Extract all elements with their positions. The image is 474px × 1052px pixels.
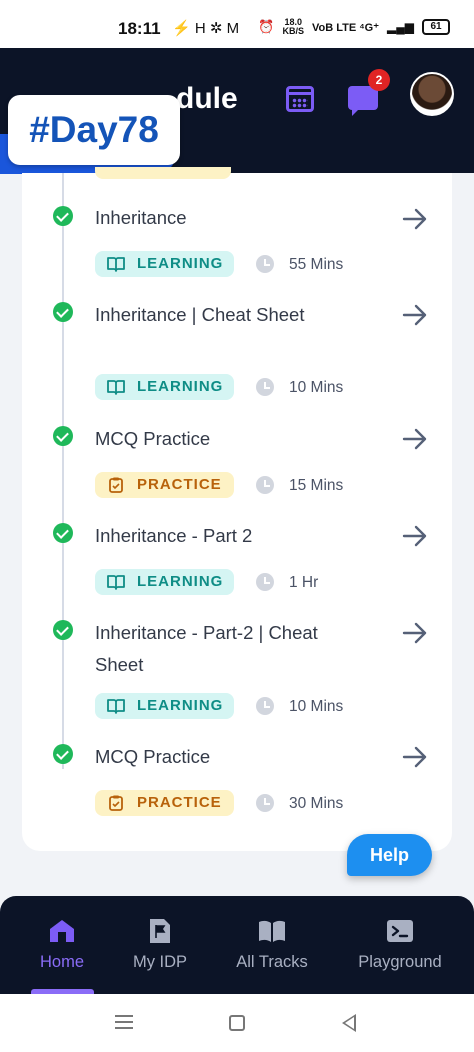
previous-tag-peek xyxy=(95,167,231,179)
tag-label: LEARNING xyxy=(137,255,224,272)
network-speed: 18.0 KB/S xyxy=(282,18,304,36)
learning-tag: LEARNING xyxy=(95,693,234,719)
nav-label: My IDP xyxy=(132,953,188,971)
open-book-icon xyxy=(259,920,285,942)
alarm-icon: ⏰ xyxy=(258,19,275,34)
day-badge: #Day78 xyxy=(8,95,180,165)
practice-tag: PRACTICE xyxy=(95,472,234,498)
avatar[interactable] xyxy=(410,72,454,116)
notification-badge: 2 xyxy=(368,69,390,91)
duration: 15 Mins xyxy=(289,477,344,494)
step-title: MCQ Practice xyxy=(95,428,211,449)
nav-label: Home xyxy=(39,953,84,971)
bottom-nav: Home My IDP All Tracks Playground xyxy=(0,896,474,994)
battery-icon: 61 xyxy=(422,19,450,35)
clock-icon xyxy=(256,476,274,494)
book-icon xyxy=(107,257,125,272)
nav-all-tracks[interactable]: All Tracks xyxy=(222,896,322,994)
clock-icon xyxy=(256,573,274,591)
check-icon xyxy=(53,523,73,543)
step-title: Inheritance xyxy=(95,207,187,228)
flag-document-icon xyxy=(150,919,170,943)
status-indicators: ⚡ H ✲ M xyxy=(172,20,240,37)
clock-icon xyxy=(256,255,274,273)
nav-label: Playground xyxy=(358,953,442,971)
status-time: 18:11 xyxy=(118,19,161,38)
duration: 30 Mins xyxy=(289,795,344,812)
check-icon xyxy=(53,302,73,322)
status-bar: 18:11 ⚡ H ✲ M ⏰ 18.0 KB/S VoB LTE ⁴G⁺ ▂▄… xyxy=(0,0,474,48)
tag-label: LEARNING xyxy=(137,573,224,590)
module-card: Inheritance LEARNING 55 Mins Inheritance… xyxy=(22,167,452,851)
step-title: Inheritance - Part-2 | Cheat Sheet xyxy=(95,622,318,675)
learning-tag: LEARNING xyxy=(95,251,234,277)
duration: 1 Hr xyxy=(289,574,319,591)
calendar-icon[interactable] xyxy=(286,86,314,112)
arrow-right-icon[interactable] xyxy=(402,744,428,770)
network-indicator: VoB LTE ⁴G⁺ xyxy=(311,21,380,34)
tag-label: LEARNING xyxy=(137,378,224,395)
tag-label: PRACTICE xyxy=(137,794,222,811)
step-title: Inheritance | Cheat Sheet xyxy=(95,304,305,325)
nav-my-idp[interactable]: My IDP xyxy=(118,896,202,994)
clock-icon xyxy=(256,697,274,715)
day-badge-label: #Day78 xyxy=(29,109,159,150)
check-icon xyxy=(53,206,73,226)
clipboard-icon xyxy=(109,477,123,493)
network-speed-unit: KB/S xyxy=(282,26,304,36)
check-icon xyxy=(53,620,73,640)
practice-tag: PRACTICE xyxy=(95,790,234,816)
arrow-right-icon[interactable] xyxy=(402,426,428,452)
page-title: dule xyxy=(176,82,238,115)
back-triangle-icon[interactable] xyxy=(342,1014,356,1032)
step-title: MCQ Practice xyxy=(95,746,211,767)
clipboard-icon xyxy=(109,795,123,811)
tag-label: PRACTICE xyxy=(137,476,222,493)
step-title: Inheritance - Part 2 xyxy=(95,525,253,546)
duration: 10 Mins xyxy=(289,379,344,396)
nav-label: All Tracks xyxy=(236,953,308,971)
book-icon xyxy=(107,699,125,714)
terminal-icon xyxy=(387,920,413,942)
help-button[interactable]: Help xyxy=(347,834,432,876)
learning-tag: LEARNING xyxy=(95,569,234,595)
clock-icon xyxy=(256,794,274,812)
learning-tag: LEARNING xyxy=(95,374,234,400)
home-square-icon[interactable] xyxy=(229,1015,245,1031)
timeline-line xyxy=(62,173,64,769)
status-right-group: ⏰ 18.0 KB/S VoB LTE ⁴G⁺ ▂▄▆ 61 xyxy=(258,18,450,36)
check-icon xyxy=(53,426,73,446)
book-icon xyxy=(107,575,125,590)
signal-icon: ▂▄▆ xyxy=(387,20,414,34)
clock-icon xyxy=(256,378,274,396)
duration: 10 Mins xyxy=(289,698,344,715)
arrow-right-icon[interactable] xyxy=(402,302,428,328)
book-icon xyxy=(107,380,125,395)
arrow-right-icon[interactable] xyxy=(402,620,428,646)
home-icon xyxy=(50,920,74,942)
duration: 55 Mins xyxy=(289,256,344,273)
tag-label: LEARNING xyxy=(137,697,224,714)
check-icon xyxy=(53,744,73,764)
nav-playground[interactable]: Playground xyxy=(346,896,454,994)
system-nav-bar xyxy=(0,994,474,1052)
arrow-right-icon[interactable] xyxy=(402,523,428,549)
recent-apps-icon[interactable] xyxy=(115,1015,133,1029)
arrow-right-icon[interactable] xyxy=(402,206,428,232)
nav-home[interactable]: Home xyxy=(20,896,104,994)
